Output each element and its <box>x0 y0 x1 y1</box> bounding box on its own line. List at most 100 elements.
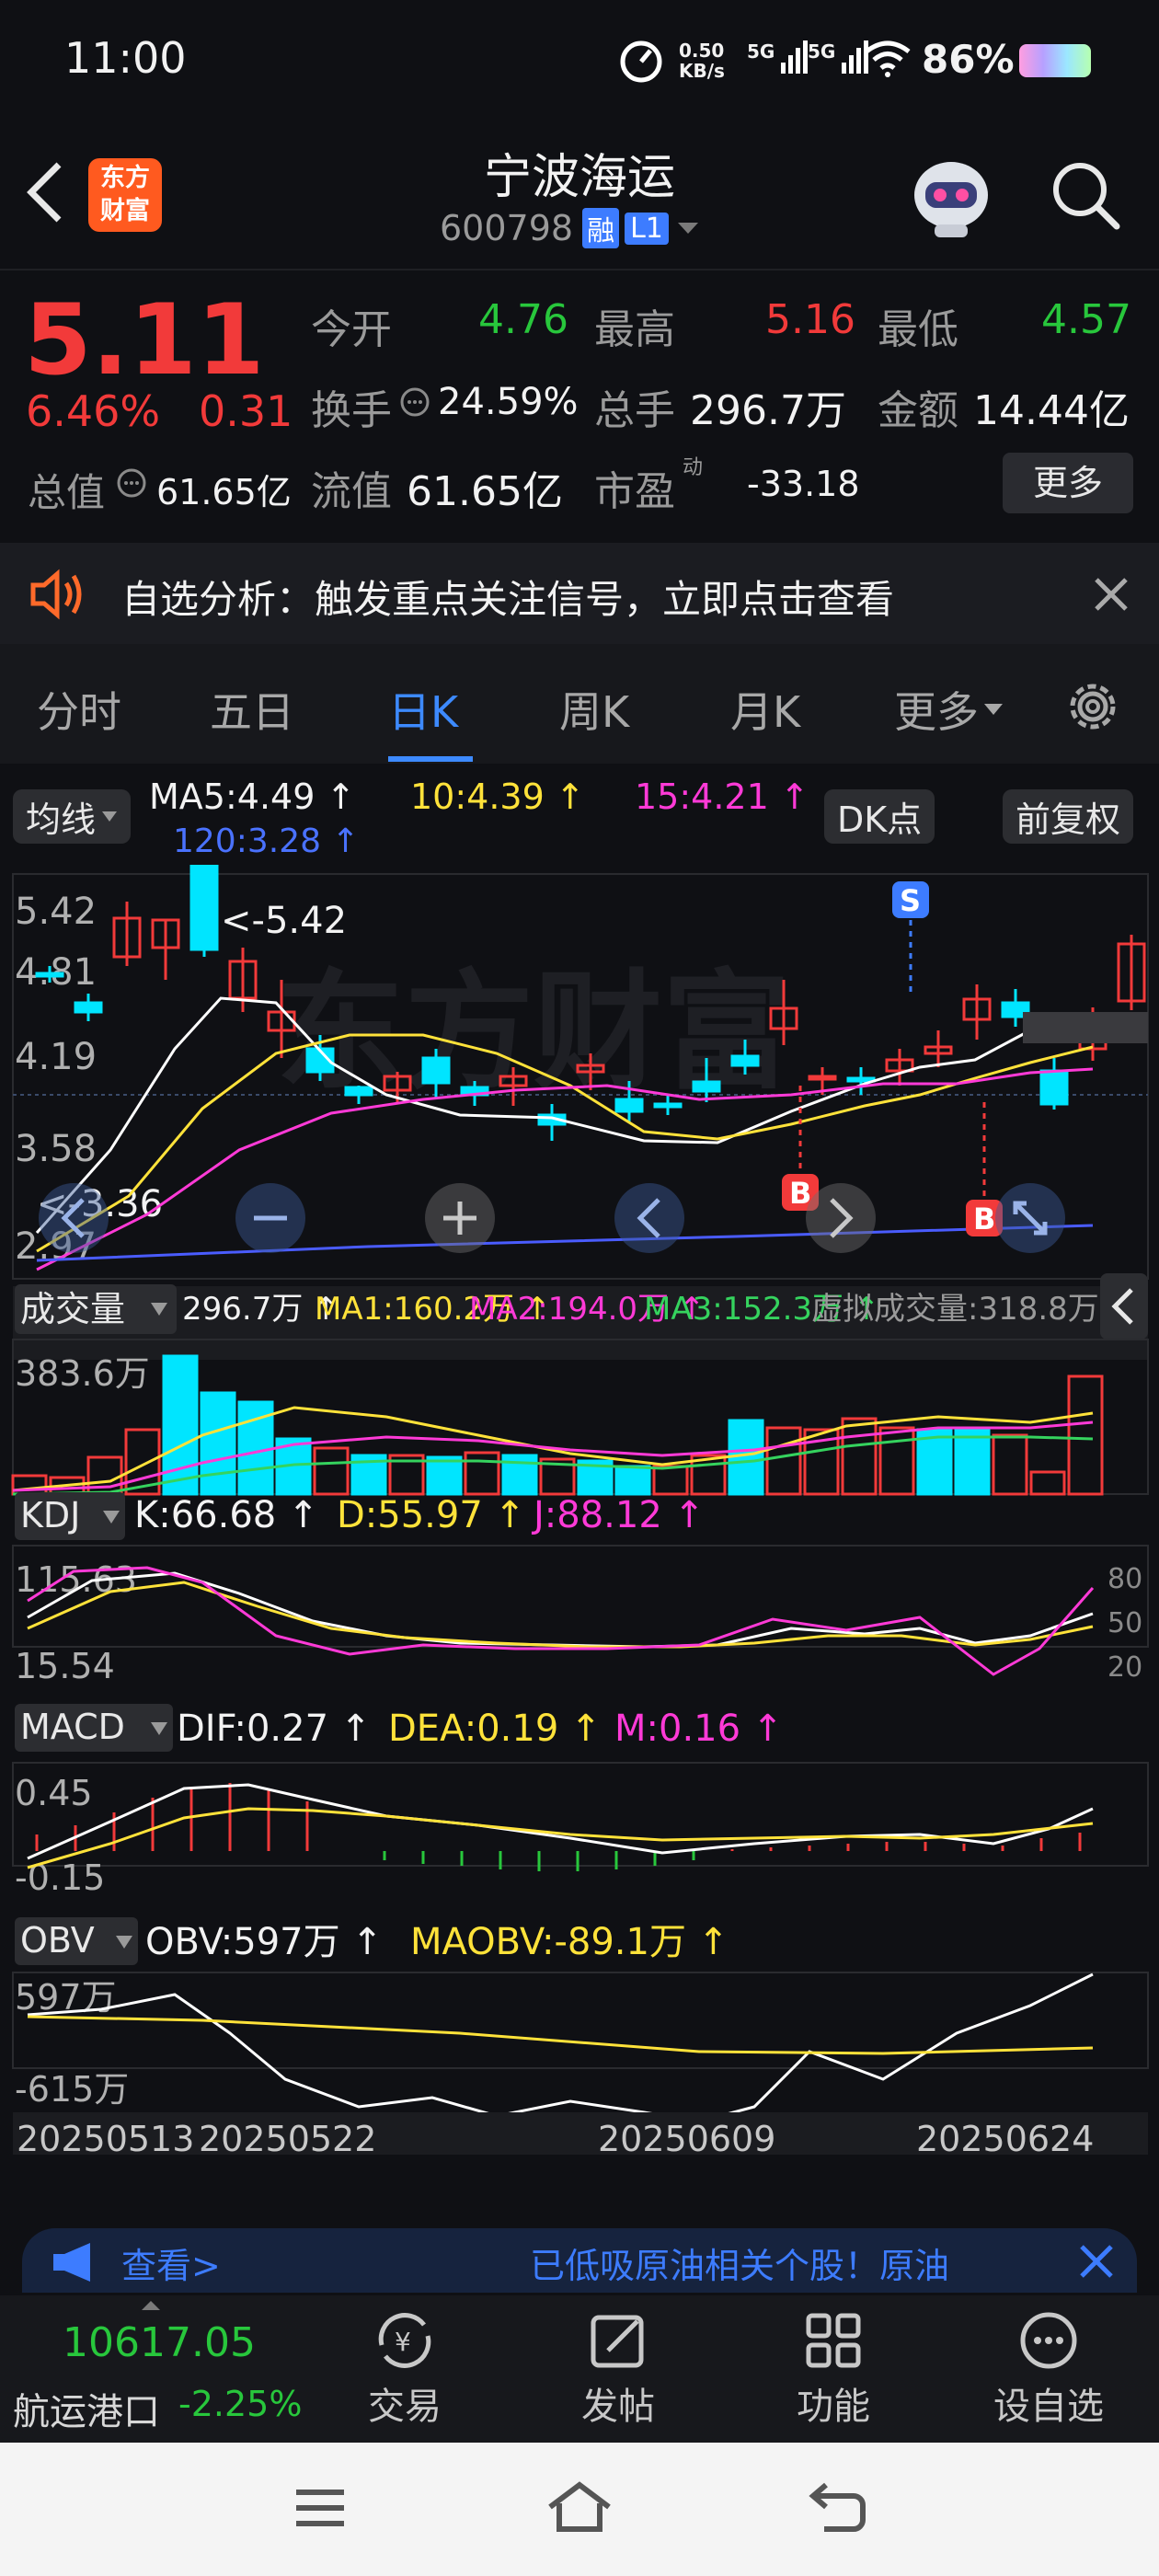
macd-dif: DIF:0.27 ↑ <box>177 1708 371 1750</box>
sector-index-name: 航运港口 <box>13 2391 160 2433</box>
sell-signal-label: S <box>900 883 921 918</box>
nav-post-label: 发帖 <box>581 2386 655 2428</box>
macd-dea: DEA:0.19 ↑ <box>388 1708 602 1750</box>
nav-functions[interactable]: 功能 <box>778 2308 889 2430</box>
nav-post[interactable]: 发帖 <box>563 2308 673 2430</box>
level-badge: L1 <box>625 212 669 245</box>
candle-body <box>1039 1069 1069 1106</box>
macd-dif-line <box>27 1783 1094 1860</box>
scroll-left-control[interactable] <box>39 1183 109 1253</box>
margin-badge: 融 <box>582 208 620 248</box>
promo-view-link[interactable]: 查看> <box>121 2237 221 2288</box>
candle-body <box>730 1054 760 1067</box>
zoom-in-control[interactable] <box>425 1183 495 1253</box>
kdj-d: D:55.97 ↑ <box>337 1494 525 1536</box>
search-icon[interactable] <box>1049 158 1122 236</box>
obv-value: OBV:597万 ↑ <box>145 1921 383 1963</box>
max-price-note: <-5.42 <box>221 900 347 942</box>
ma-selector[interactable]: 均线 <box>13 789 132 844</box>
battery-icon <box>1019 44 1091 77</box>
prev-candle-control[interactable] <box>614 1183 684 1253</box>
alert-banner[interactable]: 自选分析：触发重点关注信号，立即点击查看 <box>0 543 1159 644</box>
total-cap-value: 61.65亿 <box>156 472 292 512</box>
collapse-button[interactable] <box>1100 1273 1148 1340</box>
signal-icon-2: 5G <box>808 40 869 74</box>
low-value: 4.57 <box>1041 296 1131 343</box>
low-label: 最低 <box>878 306 958 353</box>
dk-point-button[interactable]: DK点 <box>824 789 935 844</box>
float-cap-label: 流值 <box>311 468 392 515</box>
tab-five-day[interactable]: 五日 <box>210 679 294 740</box>
stock-chart[interactable]: 东方财富 5.42 4.81 4.19 3.58 2.97 <-5.42 <-3… <box>0 865 1159 2217</box>
wifi-icon <box>865 40 911 81</box>
tab-weekly-k[interactable]: 周K <box>559 679 629 740</box>
macd-dea-line <box>27 1807 1094 1869</box>
tab-daily-k[interactable]: 日K <box>388 679 458 740</box>
nav-add-watchlist[interactable]: 设自选 <box>984 2308 1113 2430</box>
open-value: 4.76 <box>478 296 568 343</box>
volume-bar <box>954 1428 991 1496</box>
buy-signal-label-2: B <box>973 1202 995 1236</box>
sector-index[interactable]: 10617.05 航运港口 -2.25% <box>0 2295 304 2443</box>
info-icon[interactable] <box>399 386 430 421</box>
nav-trade-label: 交易 <box>368 2386 442 2428</box>
info-icon[interactable] <box>116 467 147 502</box>
fullscreen-control[interactable] <box>995 1183 1065 1253</box>
tab-monthly-k[interactable]: 月K <box>730 679 800 740</box>
amount-label: 金额 <box>878 387 958 434</box>
grid-icon <box>806 2313 861 2368</box>
maobv-value: MAOBV:-89.1万 ↑ <box>410 1921 729 1963</box>
candle-body <box>74 1001 103 1014</box>
candle-body <box>35 972 64 978</box>
next-candle-control[interactable] <box>806 1183 876 1253</box>
pe-value: -33.18 <box>747 464 860 504</box>
volume-bar <box>162 1354 199 1496</box>
menu-icon[interactable] <box>293 2485 348 2535</box>
close-icon[interactable] <box>1093 576 1130 616</box>
amount-value: 14.44亿 <box>973 387 1130 434</box>
obv-line <box>27 1972 1094 2123</box>
robot-assistant-icon[interactable] <box>905 151 997 247</box>
chevron-down-icon <box>677 223 698 234</box>
gear-icon[interactable] <box>1063 677 1122 740</box>
tab-more[interactable]: 更多 <box>894 679 1004 740</box>
home-icon[interactable] <box>546 2479 613 2538</box>
forward-adjust-button[interactable]: 前复权 <box>1003 789 1134 844</box>
pe-superscript: 动 <box>683 456 704 479</box>
date-label-2: 20250522 <box>199 2119 376 2159</box>
edit-icon <box>591 2315 644 2368</box>
battery-percent: 86% <box>922 37 1015 82</box>
date-label-4: 20250624 <box>916 2119 1094 2159</box>
tab-intraday[interactable]: 分时 <box>37 679 121 740</box>
megaphone-icon <box>50 2241 105 2287</box>
turnover-label: 换手 <box>311 387 392 434</box>
open-label: 今开 <box>311 306 392 353</box>
volume-value: 296.7万 <box>690 387 846 434</box>
promo-strip[interactable]: 查看> 已低吸原油相关个股！原油 <box>22 2228 1137 2293</box>
y-label-1: 5.42 <box>15 891 97 933</box>
volume-selector-label: 成交量 <box>20 1289 125 1329</box>
candle-body <box>614 1098 644 1113</box>
zoom-out-control[interactable] <box>235 1183 305 1253</box>
more-button[interactable]: 更多 <box>1003 453 1133 513</box>
volume-bar <box>992 1433 1028 1496</box>
candle-body <box>344 1086 373 1097</box>
stock-code-row[interactable]: 600798 融 L1 <box>440 208 700 248</box>
macd-histogram <box>35 1783 1082 1871</box>
kdj-d-line <box>27 1581 1094 1649</box>
period-tabs: 分时 五日 日K 周K 月K 更多 <box>0 644 1159 764</box>
nav-trade[interactable]: ¥ 交易 <box>350 2308 460 2430</box>
ma120-line <box>36 1224 1094 1262</box>
back-nav-icon[interactable] <box>808 2481 866 2536</box>
candle-body <box>808 1075 837 1081</box>
net-speed: 0.50 KB/s <box>679 40 725 82</box>
virtual-volume: 虚拟成交量:318.8万 <box>811 1291 1099 1328</box>
ma5-value: MA5:4.49 ↑ <box>149 776 356 817</box>
total-cap-label: 总值 <box>28 470 106 515</box>
close-icon[interactable] <box>1078 2243 1115 2283</box>
macd-m: M:0.16 ↑ <box>614 1708 783 1750</box>
sector-index-change: -2.25% <box>178 2384 303 2424</box>
candle-body <box>653 1102 683 1109</box>
obv-selector-label: OBV <box>20 1920 95 1961</box>
volume-bar <box>765 1426 802 1496</box>
